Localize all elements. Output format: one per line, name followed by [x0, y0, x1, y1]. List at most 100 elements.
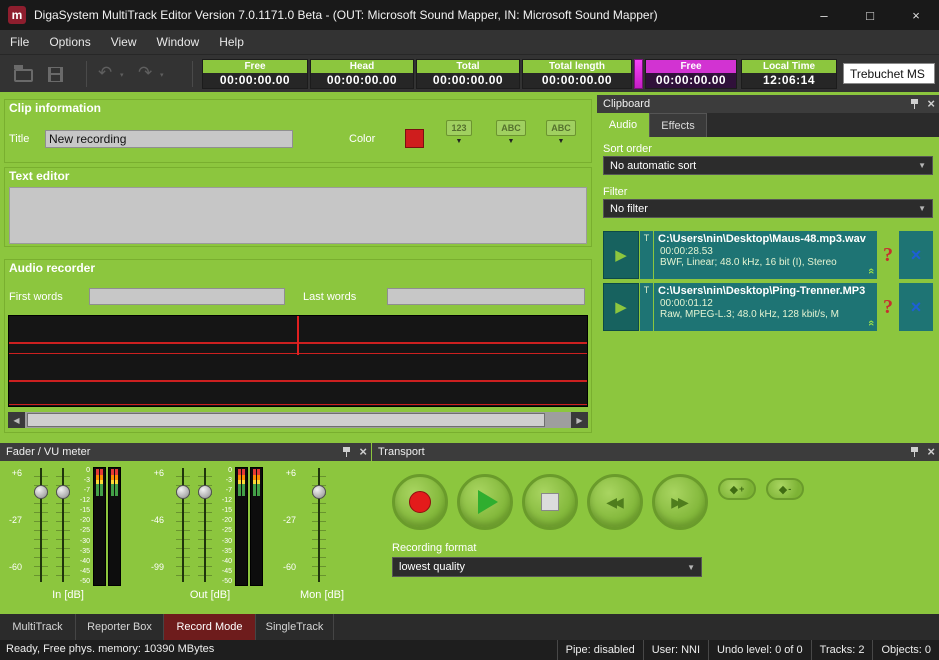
toolbar-separator: [86, 61, 87, 87]
color-swatch[interactable]: [405, 129, 424, 148]
sort-order-label: Sort order: [603, 143, 652, 155]
chevron-down-icon: ▼: [456, 138, 463, 145]
entry-play-button[interactable]: ▶: [603, 231, 639, 279]
text-editor-area[interactable]: [9, 187, 587, 244]
sort-order-select[interactable]: No automatic sort ▼: [603, 156, 933, 175]
vu-scale: 0-3-7-12-15-20-25-30-35-40-45-50: [214, 467, 232, 585]
mode-tab-bar: MultiTrack Reporter Box Record Mode Sing…: [0, 614, 939, 640]
pin-icon[interactable]: [909, 446, 920, 458]
close-button[interactable]: ×: [893, 0, 939, 30]
tab-singletrack[interactable]: SingleTrack: [256, 614, 334, 640]
tab-audio[interactable]: Audio: [597, 113, 649, 137]
entry-info[interactable]: C:\Users\nin\Desktop\Maus-48.mp3.wav 00:…: [654, 231, 877, 279]
clipboard-entry[interactable]: ▶ T C:\Users\nin\Desktop\Maus-48.mp3.wav…: [603, 231, 933, 279]
tab-record-mode[interactable]: Record Mode: [164, 614, 256, 640]
out-db-label: Out [dB]: [150, 589, 270, 601]
out-fader-left[interactable]: [176, 468, 190, 582]
fader-knob[interactable]: [176, 485, 190, 499]
tab-multitrack[interactable]: MultiTrack: [0, 614, 76, 640]
forward-icon: ▶▶: [671, 494, 689, 511]
waveform-display[interactable]: [8, 315, 588, 407]
scroll-right-button[interactable]: ▶: [571, 412, 588, 428]
pin-icon[interactable]: [341, 446, 352, 458]
scrollbar-track[interactable]: [25, 412, 571, 428]
remove-marker-button[interactable]: ◆-: [766, 478, 804, 500]
counter-free: Free 00:00:00.00: [202, 59, 308, 89]
close-icon[interactable]: ×: [927, 98, 935, 110]
remove-entry-button[interactable]: ×: [899, 231, 933, 279]
track-divider: [9, 380, 587, 382]
record-button[interactable]: [392, 474, 448, 530]
collapse-chevron-icon[interactable]: «: [865, 268, 877, 274]
entry-play-button[interactable]: ▶: [603, 283, 639, 331]
forward-button[interactable]: ▶▶: [652, 474, 708, 530]
entry-format: Raw, MPEG-L.3; 48.0 kHz, 128 kbit/s, M: [658, 309, 873, 320]
fader-vu-panel: Fader / VU meter × +6 -27 -60 0-3-7-12-1…: [0, 443, 371, 612]
out-fader-right[interactable]: [198, 468, 212, 582]
fader-knob[interactable]: [198, 485, 212, 499]
last-words-input[interactable]: [387, 288, 585, 305]
in-fader-left[interactable]: [34, 468, 48, 582]
mon-fader[interactable]: [312, 468, 326, 582]
entry-duration: 00:00:28.53: [658, 246, 873, 257]
vu-meter: [250, 467, 263, 586]
numbering-dropdown-button[interactable]: 123 ▼: [437, 120, 481, 158]
redo-dropdown-icon[interactable]: ▾: [160, 71, 164, 79]
menu-bar: File Options View Window Help: [0, 30, 939, 54]
tab-effects[interactable]: Effects: [649, 113, 707, 137]
record-icon: [409, 491, 431, 513]
tab-reporter-box[interactable]: Reporter Box: [76, 614, 164, 640]
fader-knob[interactable]: [56, 485, 70, 499]
open-folder-icon[interactable]: [14, 69, 33, 82]
menu-window[interactable]: Window: [147, 30, 210, 54]
undo-dropdown-icon[interactable]: ▾: [120, 71, 124, 79]
entry-info[interactable]: C:\Users\nin\Desktop\Ping-Trenner.MP3 00…: [654, 283, 877, 331]
in-fader-right[interactable]: [56, 468, 70, 582]
menu-file[interactable]: File: [0, 30, 39, 54]
scroll-left-button[interactable]: ◀: [8, 412, 25, 428]
playback-cursor[interactable]: [297, 316, 299, 355]
fader-knob[interactable]: [34, 485, 48, 499]
filter-label: Filter: [603, 186, 627, 198]
stop-icon: [541, 493, 559, 511]
color-label: Color: [349, 133, 375, 145]
abc-dropdown-button[interactable]: ABC ▼: [539, 120, 583, 158]
minimize-button[interactable]: –: [801, 0, 847, 30]
rewind-button[interactable]: ◀◀: [587, 474, 643, 530]
recording-format-select[interactable]: lowest quality ▼: [392, 557, 702, 577]
chevron-down-icon: ▼: [687, 563, 695, 572]
play-button[interactable]: [457, 474, 513, 530]
rewind-icon: ◀◀: [606, 494, 624, 511]
counter-value: 12:06:14: [742, 73, 836, 88]
entry-path: C:\Users\nin\Desktop\Maus-48.mp3.wav: [658, 233, 873, 245]
filter-select[interactable]: No filter ▼: [603, 199, 933, 218]
clip-title-input[interactable]: [45, 130, 293, 148]
menu-view[interactable]: View: [101, 30, 147, 54]
play-icon: [478, 490, 498, 514]
save-icon[interactable]: [48, 67, 63, 82]
maximize-button[interactable]: □: [847, 0, 893, 30]
menu-help[interactable]: Help: [209, 30, 254, 54]
undo-icon[interactable]: ↶: [98, 63, 112, 83]
status-objects: Objects: 0: [872, 640, 939, 660]
close-icon[interactable]: ×: [359, 446, 367, 458]
first-words-input[interactable]: [89, 288, 285, 305]
first-words-label: First words: [9, 291, 63, 303]
add-marker-button[interactable]: ◆+: [718, 478, 756, 500]
clipboard-entry[interactable]: ▶ T C:\Users\nin\Desktop\Ping-Trenner.MP…: [603, 283, 933, 331]
scrollbar-thumb[interactable]: [27, 413, 545, 427]
redo-icon[interactable]: ↷: [138, 63, 152, 83]
collapse-chevron-icon[interactable]: «: [865, 320, 877, 326]
pin-icon[interactable]: [909, 98, 920, 110]
group-title: Text editor: [9, 169, 69, 183]
close-icon[interactable]: ×: [927, 446, 935, 458]
fader-knob[interactable]: [312, 485, 326, 499]
menu-options[interactable]: Options: [39, 30, 100, 54]
abc-list-dropdown-button[interactable]: ABC ▼: [489, 120, 533, 158]
status-bar: Ready, Free phys. memory: 10390 MBytes P…: [0, 640, 939, 660]
stop-button[interactable]: [522, 474, 578, 530]
entry-path: C:\Users\nin\Desktop\Ping-Trenner.MP3: [658, 285, 873, 297]
remove-entry-button[interactable]: ×: [899, 283, 933, 331]
font-selector-button[interactable]: Trebuchet MS: [843, 63, 935, 84]
numbering-icon: 123: [446, 120, 471, 136]
